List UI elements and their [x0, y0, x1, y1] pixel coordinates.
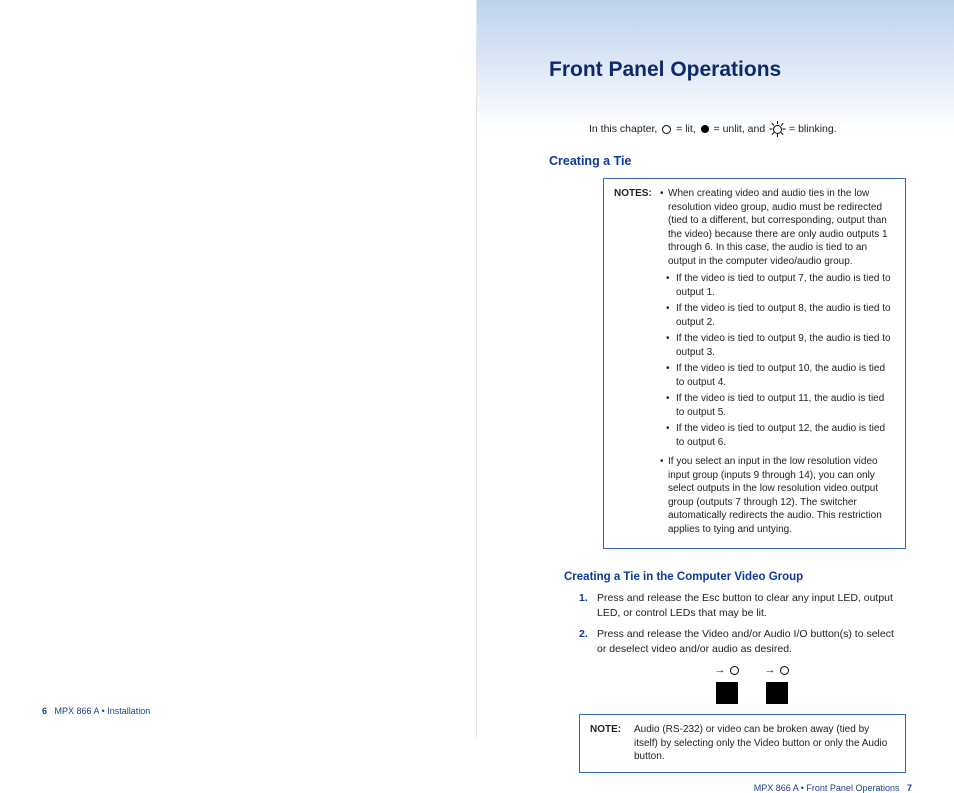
step-item-text: Press and release the Video and/or Audio… [597, 628, 894, 655]
right-footer-text: MPX 866 A • Front Panel Operations [754, 783, 900, 793]
notes-label-2: NOTE: [590, 723, 621, 737]
led-icon [780, 666, 789, 675]
legend-text-3: = unlit, and [714, 123, 769, 135]
blinking-icon [770, 122, 784, 136]
step-item: Press and release the Video and/or Audio… [579, 627, 906, 704]
left-page-number: 6 [42, 706, 47, 716]
legend-text-1: In this chapter, [589, 123, 660, 135]
unlit-icon [701, 125, 709, 133]
list-item: If the video is tied to output 8, the au… [666, 302, 895, 329]
video-button-icon [716, 682, 738, 704]
notes-label-1: NOTES: [614, 187, 652, 201]
audio-led-row: → [765, 663, 789, 678]
legend-text-4: = blinking. [789, 123, 837, 135]
notes-box-2: NOTE: Audio (RS-232) or video can be bro… [579, 714, 906, 773]
lit-icon [662, 125, 671, 134]
subsection-heading: Creating a Tie in the Computer Video Gro… [564, 571, 906, 583]
notes1-intro: When creating video and audio ties in th… [660, 187, 895, 268]
list-item: If the video is tied to output 9, the au… [666, 332, 895, 359]
legend-text-2: = lit, [676, 123, 698, 135]
page-title: Front Panel Operations [549, 58, 906, 82]
audio-button-group: → [765, 663, 789, 704]
left-footer: 6 MPX 866 A • Installation [42, 696, 434, 716]
button-diagram: → → [597, 663, 906, 704]
notes-body-1: When creating video and audio ties in th… [660, 187, 895, 536]
video-led-row: → [715, 663, 739, 678]
section-heading: Creating a Tie [549, 154, 906, 168]
right-footer: MPX 866 A • Front Panel Operations 7 [519, 773, 912, 793]
list-item: If the video is tied to output 10, the a… [666, 362, 895, 389]
step-item: Press and release the Esc button to clea… [579, 591, 906, 620]
led-icon [730, 666, 739, 675]
list-item: If the video is tied to output 11, the a… [666, 392, 895, 419]
arrow-right-icon: → [715, 663, 726, 678]
right-page-number: 7 [907, 783, 912, 793]
notes1-outro: If you select an input in the low resolu… [660, 455, 895, 536]
steps-list: Press and release the Esc button to clea… [579, 591, 906, 704]
audio-button-icon [766, 682, 788, 704]
left-page: 6 MPX 866 A • Installation [0, 0, 477, 738]
notes-body-2: Audio (RS-232) or video can be broken aw… [634, 723, 895, 764]
left-blank-area [42, 30, 434, 696]
legend-line: In this chapter, = lit, = unlit, and = b… [549, 122, 906, 136]
arrow-right-icon: → [765, 663, 776, 678]
video-button-group: → [715, 663, 739, 704]
left-footer-text: MPX 866 A • Installation [55, 706, 151, 716]
notes-box-1: NOTES: When creating video and audio tie… [603, 178, 906, 549]
list-item: If the video is tied to output 12, the a… [666, 422, 895, 449]
right-page: Front Panel Operations In this chapter, … [477, 0, 954, 738]
list-item: If the video is tied to output 7, the au… [666, 272, 895, 299]
right-content: Front Panel Operations In this chapter, … [519, 30, 912, 773]
notes1-sublist: If the video is tied to output 7, the au… [666, 272, 895, 449]
